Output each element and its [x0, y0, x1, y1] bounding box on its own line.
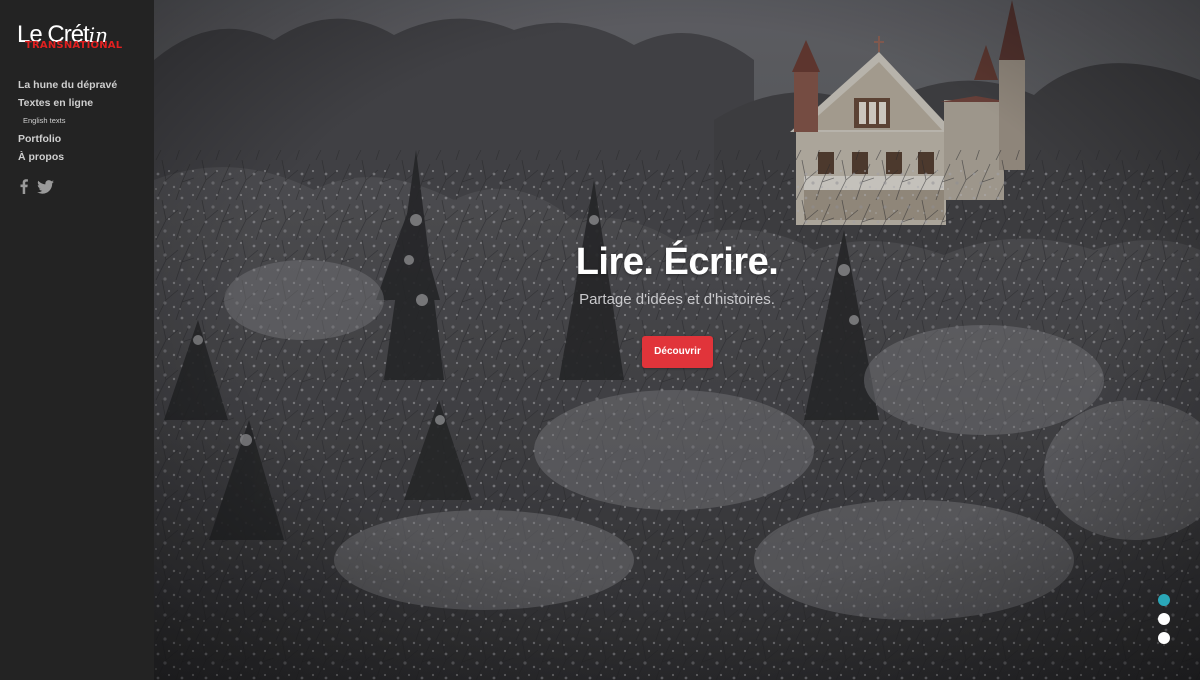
slider-dot-1[interactable]	[1158, 594, 1170, 606]
hero-title: Lire. Écrire.	[575, 241, 779, 283]
page: Le Crétin TRANSNATIONAL La hune du dépra…	[0, 0, 1200, 680]
sidebar-item-a-propos[interactable]: À propos	[18, 148, 117, 166]
slider-dot-2[interactable]	[1158, 613, 1170, 625]
facebook-icon[interactable]	[20, 179, 28, 199]
sidebar-item-la-hune-du-deprave[interactable]: La hune du dépravé	[18, 76, 117, 94]
sidebar-nav: La hune du dépravé Textes en ligne Engli…	[18, 76, 117, 166]
logo-tagline: TRANSNATIONAL	[25, 40, 123, 51]
slider-pagination	[1158, 594, 1170, 644]
sidebar-item-textes-en-ligne[interactable]: Textes en ligne	[18, 94, 117, 112]
sidebar: Le Crétin TRANSNATIONAL La hune du dépra…	[0, 0, 154, 680]
discover-button[interactable]: Découvrir	[642, 336, 713, 368]
hero-subtitle: Partage d'idées et d'histoires.	[579, 291, 775, 308]
sidebar-item-portfolio[interactable]: Portfolio	[18, 130, 117, 148]
site-logo[interactable]: Le Crétin TRANSNATIONAL	[17, 22, 142, 58]
social-links	[20, 179, 54, 199]
slider-dot-3[interactable]	[1158, 632, 1170, 644]
hero-section: Lire. Écrire. Partage d'idées et d'histo…	[154, 0, 1200, 680]
hero-content: Lire. Écrire. Partage d'idées et d'histo…	[154, 0, 1200, 680]
sidebar-item-english-texts[interactable]: English texts	[18, 112, 117, 130]
twitter-icon[interactable]	[37, 179, 54, 199]
